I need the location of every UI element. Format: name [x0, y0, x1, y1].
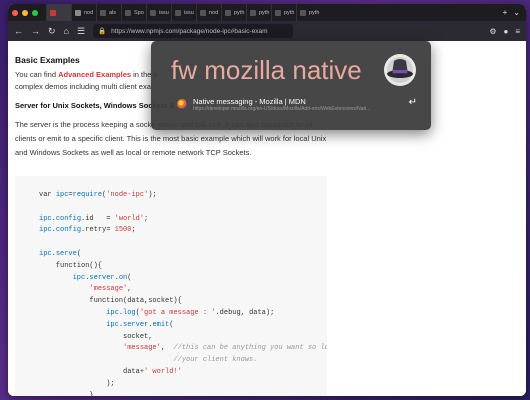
tab-strip: nod als Spo issu issu nod pyth pyth pyth pyth + ⌄ [8, 4, 526, 21]
code-line: ipc.log('got a message : '.debug, data); [106, 308, 275, 317]
tab-favicon-icon [300, 9, 306, 16]
tab-label: pyth [234, 9, 245, 16]
tab-label: nod [209, 9, 219, 16]
code-line: } [39, 391, 94, 396]
browser-tab[interactable]: issu [171, 4, 196, 21]
tab-favicon-icon [225, 9, 231, 16]
browser-tab[interactable]: issu [146, 4, 171, 21]
tab-label: issu [159, 9, 169, 16]
url-bar[interactable]: 🔒 https://www.npmjs.com/package/node-ipc… [93, 24, 294, 38]
code-line: function(){ [39, 261, 103, 270]
tab-favicon-icon [50, 9, 56, 16]
minimize-window-button[interactable] [22, 9, 28, 16]
browser-tab[interactable]: pyth [271, 4, 296, 21]
tab-favicon-icon [175, 9, 181, 16]
browser-tab[interactable] [46, 4, 71, 21]
home-icon[interactable]: ⌂ [64, 26, 69, 36]
tabbar-tools: + ⌄ [503, 8, 526, 17]
zoom-window-button[interactable] [32, 9, 38, 16]
tab-favicon-icon [150, 9, 156, 16]
browser-tab[interactable]: nod [196, 4, 221, 21]
reload-icon[interactable]: ↻ [48, 26, 56, 37]
menu-icon[interactable]: ≡ [515, 27, 520, 36]
browser-tab[interactable]: als [96, 4, 121, 21]
lock-icon: 🔒 [98, 28, 107, 35]
tab-favicon-icon [125, 9, 131, 16]
tab-label: pyth [284, 9, 295, 16]
browser-tab[interactable]: pyth [221, 4, 246, 21]
new-tab-button[interactable]: + [503, 8, 508, 17]
code-line: //your client knows. [173, 356, 258, 365]
window-controls [12, 9, 38, 16]
tab-label: pyth [309, 9, 320, 16]
tab-favicon-icon [200, 9, 206, 16]
bookmarks-icon[interactable]: ☰ [77, 26, 85, 37]
tab-label: als [109, 9, 117, 16]
tab-label: nod [84, 9, 94, 16]
close-window-button[interactable] [12, 9, 18, 16]
code-line: socket, [39, 332, 153, 341]
code-line: ); [39, 379, 115, 388]
url-text: https://www.npmjs.com/package/node-ipc#b… [111, 27, 268, 35]
tab-favicon-icon [275, 9, 281, 16]
code-block: var ipc=require('node-ipc'); ipc.config.… [15, 176, 327, 396]
code-line: function(data,socket){ [39, 297, 182, 306]
code-line: ipc.server.on( [72, 273, 132, 282]
chevron-down-icon[interactable]: ⌄ [513, 8, 520, 17]
account-icon[interactable]: ● [503, 27, 508, 36]
extensions-icon[interactable]: ⚙ [489, 27, 496, 36]
intro-text-start: You can find [15, 70, 59, 79]
toolbar-icons: ⚙ ● ≡ [489, 27, 520, 36]
code-line: ipc.server.emit( [106, 320, 174, 329]
browser-tab[interactable]: pyth [296, 4, 321, 21]
result-title: Native messaging - Mozilla | MDN [193, 96, 306, 106]
browser-tab[interactable]: pyth [246, 4, 271, 21]
hat-icon [384, 54, 416, 86]
navigation-bar: ← → ↻ ⌂ ☰ 🔒 https://www.npmjs.com/packag… [8, 21, 526, 41]
back-icon[interactable]: ← [14, 26, 23, 36]
launcher-window: fw mozilla native Native messaging - Moz… [151, 41, 431, 130]
forward-icon[interactable]: → [31, 26, 40, 36]
code-line: ipc.serve( [39, 249, 82, 258]
firefox-icon [177, 99, 187, 109]
code-line: data+' world!' [39, 367, 182, 376]
launcher-query-input[interactable]: fw mozilla native [171, 55, 362, 86]
result-url: https://developer.mozilla.org/en-US/docs… [193, 105, 371, 112]
code-line: ipc.config.retry= 1500; [39, 226, 136, 235]
tab-label: issu [184, 9, 194, 16]
code-line: 'message', //this can be anything you wa… [123, 344, 327, 353]
tab-label: pyth [259, 9, 270, 16]
code-line: 'message', [89, 285, 132, 294]
enter-icon: ↵ [408, 97, 417, 108]
tab-label: Spo [134, 9, 144, 16]
tab-favicon-icon [100, 9, 106, 16]
code-line: var ipc=require('node-ipc'); [39, 191, 157, 199]
advanced-examples-link[interactable]: Advanced Examples [58, 70, 131, 79]
tab-favicon-icon [75, 9, 81, 16]
tab-list: nod als Spo issu issu nod pyth pyth pyth pyth [46, 4, 321, 21]
launcher-result-item[interactable]: Native messaging - Mozilla | MDN https:/… [157, 93, 425, 115]
browser-tab[interactable]: nod [71, 4, 96, 21]
code-line: ipc.config.id = 'world'; [39, 214, 149, 223]
browser-tab[interactable]: Spo [121, 4, 146, 21]
tab-favicon-icon [250, 9, 256, 16]
result-texts: Native messaging - Mozilla | MDN https:/… [193, 97, 383, 112]
section-heading: Basic Examples [15, 55, 80, 65]
intro-text-line2: complex demos including multi client exa [15, 82, 151, 91]
